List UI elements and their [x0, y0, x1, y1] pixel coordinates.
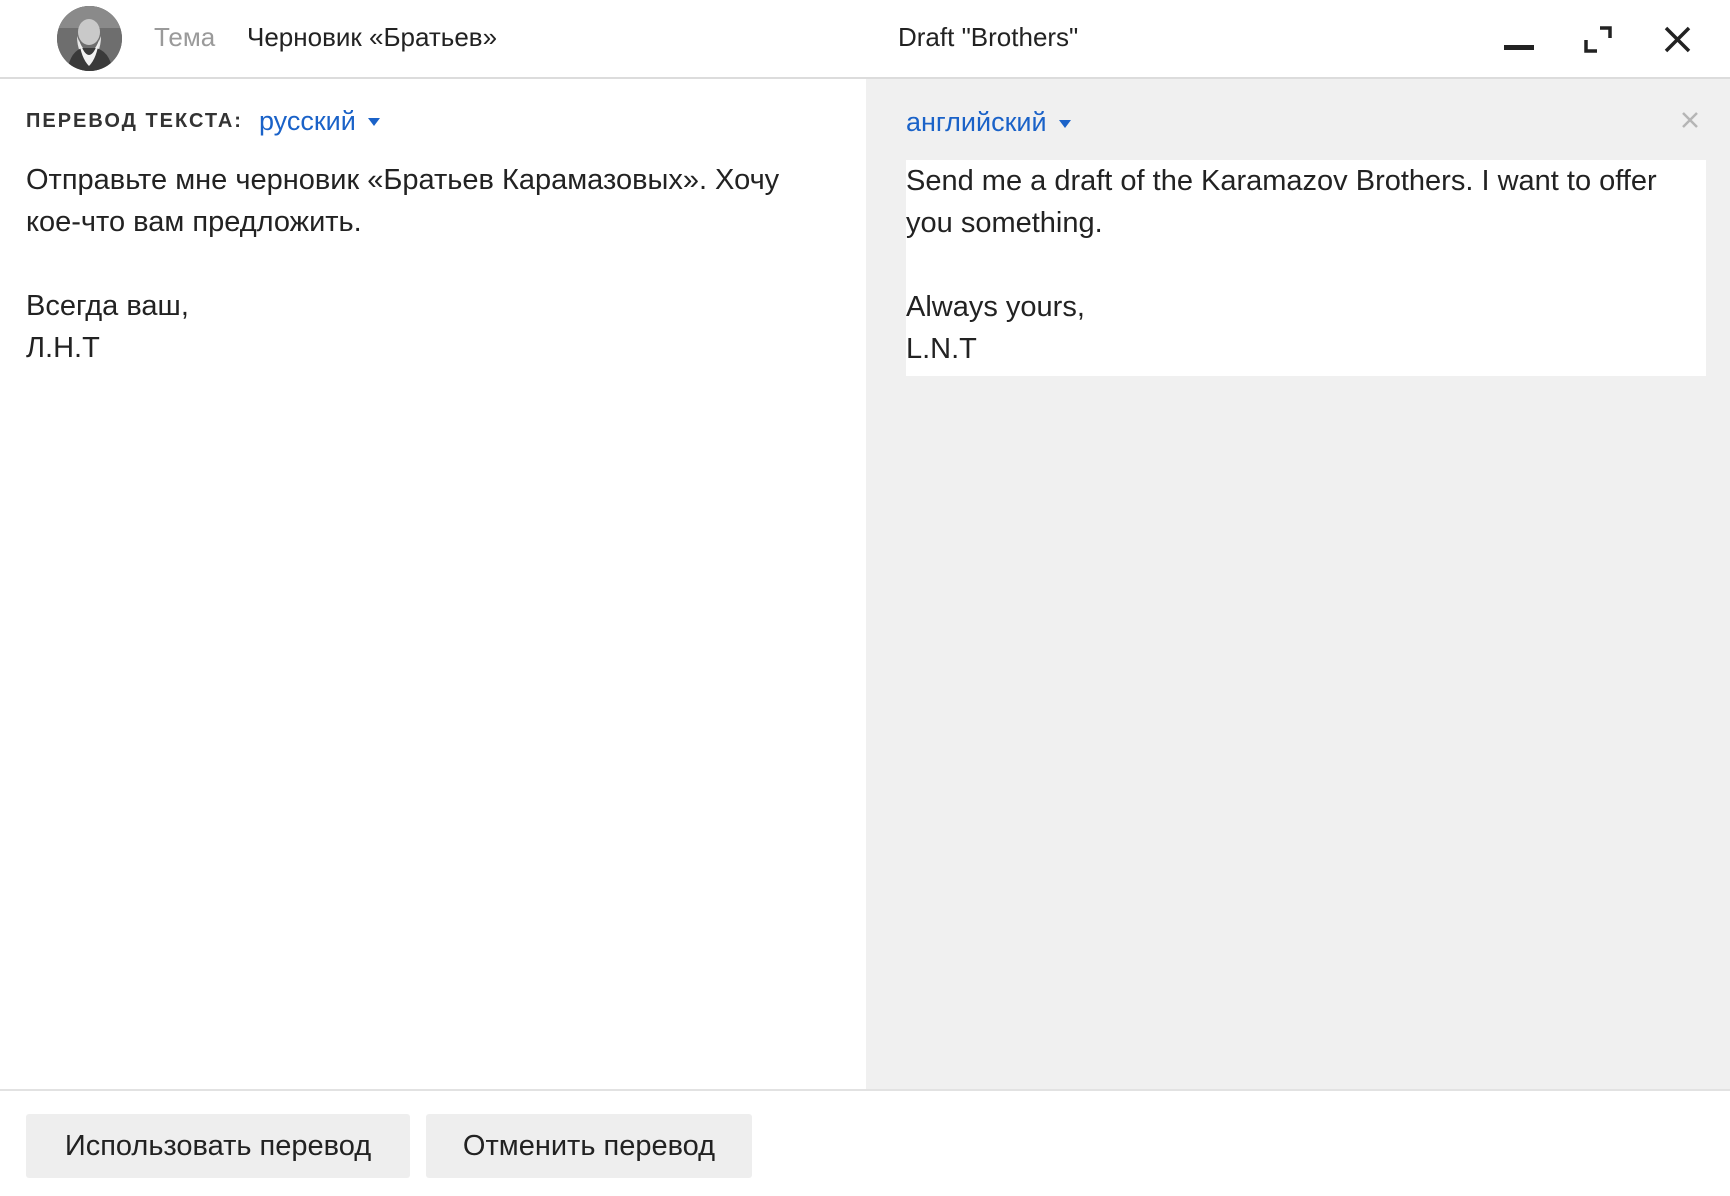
- close-icon: [1664, 26, 1691, 53]
- window-header: Тема Черновик «Братьев» Draft "Brothers": [0, 0, 1730, 79]
- avatar-image: [57, 6, 122, 71]
- draft-title: Draft "Brothers": [898, 22, 1079, 52]
- cancel-translation-button[interactable]: Отменить перевод: [426, 1114, 752, 1178]
- source-text[interactable]: Отправьте мне черновик «Братьев Карамазо…: [26, 159, 826, 369]
- close-translation-button[interactable]: [1679, 109, 1701, 131]
- minimize-button[interactable]: [1497, 18, 1541, 62]
- chevron-down-icon: [1058, 119, 1071, 128]
- target-language-label: английский: [906, 107, 1047, 137]
- translate-label: ПЕРЕВОД ТЕКСТА:: [26, 109, 243, 132]
- expand-button[interactable]: [1576, 18, 1620, 62]
- translation-window: Тема Черновик «Братьев» Draft "Brothers"…: [0, 0, 1730, 1196]
- source-language-row: ПЕРЕВОД ТЕКСТА: русский: [26, 105, 380, 137]
- close-icon: [1682, 112, 1698, 128]
- minimize-icon: [1504, 45, 1534, 50]
- target-panel: английский Send me a draft of the Karama…: [866, 79, 1730, 1089]
- subject-label: Тема: [154, 22, 216, 52]
- source-panel: ПЕРЕВОД ТЕКСТА: русский Отправьте мне че…: [0, 79, 866, 1089]
- source-language-select[interactable]: русский: [259, 106, 380, 137]
- footer: Использовать перевод Отменить перевод: [0, 1089, 1730, 1196]
- close-button[interactable]: [1656, 18, 1700, 62]
- subject-value: Черновик «Братьев»: [247, 22, 498, 52]
- source-language-label: русский: [258, 105, 356, 136]
- use-translation-button[interactable]: Использовать перевод: [26, 1114, 410, 1178]
- translated-text: Send me a draft of the Karamazov Brother…: [906, 160, 1706, 376]
- chevron-down-icon: [367, 118, 380, 126]
- expand-icon: [1584, 26, 1612, 53]
- target-language-select[interactable]: английский: [906, 107, 1071, 138]
- avatar[interactable]: [57, 6, 122, 71]
